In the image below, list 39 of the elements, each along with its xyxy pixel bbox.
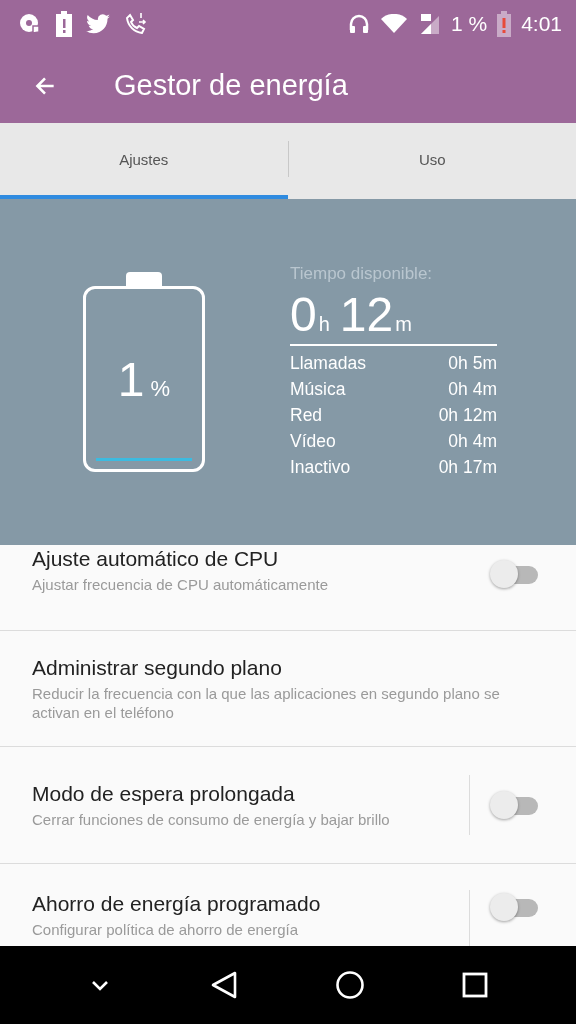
usage-name: Vídeo: [290, 430, 336, 453]
battery-low-icon: [497, 11, 512, 37]
setting-description: Cerrar funciones de consumo de energía y bajar brillo: [32, 809, 391, 829]
battery-percent: 1 %: [450, 12, 488, 36]
wifi-icon: [380, 14, 407, 34]
setting-description: Ajustar frecuencia de CPU automáticamente: [32, 575, 329, 594]
usage-name: Música: [290, 378, 346, 401]
usage-time: 0h 12m: [438, 404, 497, 427]
screen-title: Gestor de energía: [114, 69, 348, 102]
clock: 4:01: [521, 12, 562, 36]
phone-forward-icon: [124, 12, 148, 36]
setting-title: Administrar segundo plano: [32, 655, 283, 680]
home-icon[interactable]: [335, 970, 366, 1000]
usage-name: Inactivo: [290, 456, 351, 479]
percent-sign: %: [150, 375, 171, 402]
minutes-value: 12: [339, 288, 394, 342]
bird-icon: [86, 14, 110, 34]
setting-row[interactable]: Modo de espera prolongada Cerrar funciones de consumo de energía y bajar brillo: [0, 747, 576, 865]
battery-alert-icon: [56, 11, 72, 37]
setting-row[interactable]: Ahorro de energía programado Configurar política de ahorro de energía: [0, 864, 576, 946]
tab[interactable]: Uso: [288, 123, 576, 199]
usage-time: 0h 17m: [438, 456, 497, 479]
minutes-unit: m: [395, 313, 412, 336]
recents-icon[interactable]: [461, 972, 488, 998]
setting-description: Reducir la frecuencia con la que las aplicaciones en segundo plano se activan en el teléfono: [32, 683, 501, 722]
hours-unit: h: [318, 313, 330, 336]
setting-description: Configurar política de ahorro de energía: [32, 920, 299, 940]
battery-level: 1: [117, 351, 145, 407]
usage-time: 0h 4m: [448, 430, 497, 453]
setting-title: Ajuste automático de CPU: [32, 547, 280, 571]
usage-name: Llamadas: [290, 352, 366, 375]
setting-title: Modo de espera prolongada: [32, 781, 296, 806]
usage-time: 0h 5m: [448, 352, 497, 375]
usage-name: Red: [290, 404, 323, 427]
usage-time: 0h 4m: [448, 378, 497, 401]
setting-row[interactable]: Ajuste automático de CPU Ajustar frecuencia de CPU automáticamente: [0, 545, 576, 631]
hours-value: 0: [290, 288, 317, 342]
setting-row[interactable]: Administrar segundo plano Reducir la frecuencia con la que las aplicaciones en segundo plano se activan en el teléfono: [0, 630, 576, 748]
setting-title: Ahorro de energía programado: [32, 892, 322, 917]
